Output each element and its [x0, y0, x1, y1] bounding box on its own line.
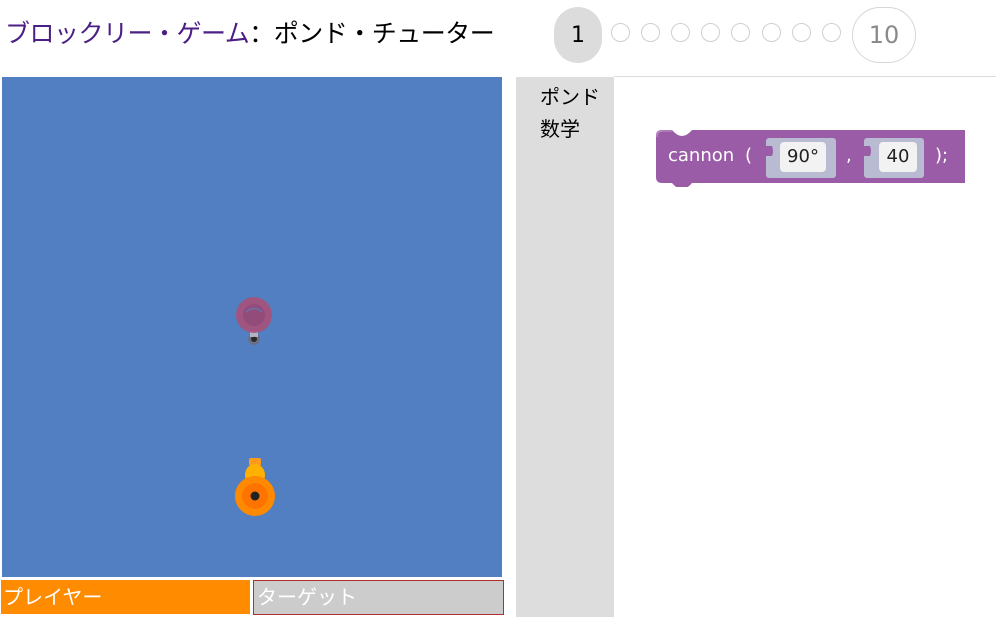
comma: , [846, 145, 852, 166]
level-9-dot[interactable] [822, 23, 841, 42]
level-5-dot[interactable] [701, 23, 720, 42]
open-paren: ( [745, 145, 753, 166]
level-1-button[interactable]: 1 [554, 7, 602, 63]
page-title: ブロックリー・ゲーム：ポンド・チューター [5, 16, 495, 52]
cannon-keyword: cannon [668, 145, 735, 166]
pond-playfield [2, 77, 502, 577]
header: ブロックリー・ゲーム：ポンド・チューター 1 10 [0, 0, 996, 74]
app-name: ポンド・チューター [273, 19, 495, 48]
blocks-toolbox: ポンド 数学 [516, 77, 614, 617]
close-paren-semicolon: ); [935, 145, 949, 166]
games-home-link[interactable]: ブロックリー・ゲーム [5, 19, 250, 48]
target-tab[interactable]: ターゲット [253, 580, 504, 615]
toolbox-category-math[interactable]: 数学 [540, 113, 580, 142]
angle-field[interactable]: 90° [780, 142, 826, 172]
toolbox-category-pond[interactable]: ポンド [540, 81, 600, 110]
player-tab[interactable]: プレイヤー [1, 580, 250, 614]
level-4-dot[interactable] [671, 23, 690, 42]
level-7-dot[interactable] [762, 23, 781, 42]
level-8-dot[interactable] [792, 23, 811, 42]
level-3-dot[interactable] [641, 23, 660, 42]
duck-target-icon [234, 295, 276, 351]
level-6-dot[interactable] [731, 23, 750, 42]
range-field[interactable]: 40 [879, 142, 917, 172]
level-10-button[interactable]: 10 [852, 7, 916, 63]
duck-player-icon [233, 458, 277, 522]
level-2-dot[interactable] [611, 23, 630, 42]
title-separator: ： [249, 19, 274, 48]
